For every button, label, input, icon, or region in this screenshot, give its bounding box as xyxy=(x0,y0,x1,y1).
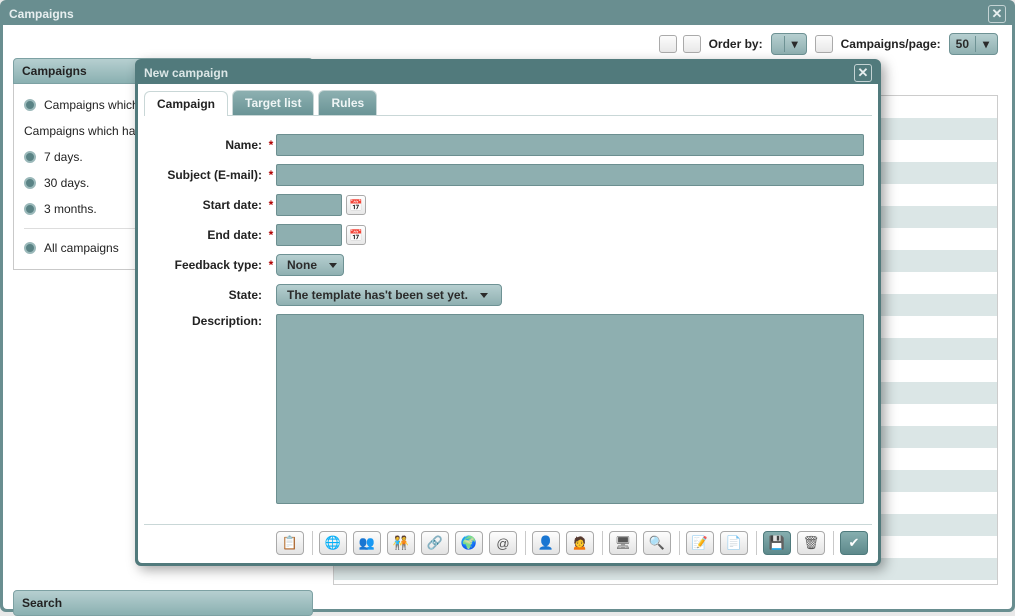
feedback-value: None xyxy=(287,258,317,272)
sort-asc-button[interactable] xyxy=(659,35,677,53)
required-icon: * xyxy=(266,168,276,182)
search-doc-icon[interactable]: 🔍 xyxy=(643,531,671,555)
tab-campaign[interactable]: Campaign xyxy=(144,91,228,116)
end-date-input[interactable] xyxy=(276,224,342,246)
state-label: State: xyxy=(152,288,262,302)
users-add-icon[interactable]: 👥 xyxy=(353,531,381,555)
calendar-icon[interactable]: 📅 xyxy=(346,225,366,245)
name-label: Name: xyxy=(152,138,262,152)
sidebar-intro: Campaigns which ha xyxy=(24,124,135,138)
required-icon: * xyxy=(266,228,276,242)
radio-icon xyxy=(24,203,36,215)
globe-add-icon[interactable]: 🌐 xyxy=(319,531,347,555)
subject-input[interactable] xyxy=(276,164,864,186)
per-page-select[interactable]: 50 ▾ xyxy=(949,33,998,55)
start-date-label: Start date: xyxy=(152,198,262,212)
window-title: Campaigns xyxy=(9,7,74,21)
chevron-down-icon: ▾ xyxy=(975,36,991,52)
chevron-down-icon xyxy=(329,263,337,268)
radio-icon xyxy=(24,99,36,111)
state-value: The template has't been set yet. xyxy=(287,288,468,302)
start-date-input[interactable] xyxy=(276,194,342,216)
sidebar-item-label: 7 days. xyxy=(44,150,83,164)
end-date-label: End date: xyxy=(152,228,262,242)
description-input[interactable] xyxy=(276,314,864,504)
subject-label: Subject (E-mail): xyxy=(152,168,262,182)
order-by-select[interactable]: ▾ xyxy=(771,33,807,55)
tab-target-list[interactable]: Target list xyxy=(232,90,314,115)
per-page-label: Campaigns/page: xyxy=(841,37,941,51)
screen-icon[interactable]: 🖥 xyxy=(609,531,637,555)
sidebar-item-label: 30 days. xyxy=(44,176,89,190)
world-link-icon[interactable]: 🔗 xyxy=(421,531,449,555)
world-remove-icon[interactable]: 🌍 xyxy=(455,531,483,555)
sidebar-item-label: Campaigns which xyxy=(44,98,139,112)
state-select[interactable]: The template has't been set yet. xyxy=(276,284,502,306)
doc-export-icon[interactable]: 📄 xyxy=(720,531,748,555)
user-single-icon[interactable]: 🙍 xyxy=(566,531,594,555)
required-icon: * xyxy=(266,138,276,152)
name-input[interactable] xyxy=(276,134,864,156)
order-dir-button[interactable] xyxy=(815,35,833,53)
feedback-select[interactable]: None xyxy=(276,254,344,276)
chevron-down-icon xyxy=(480,293,488,298)
order-by-label: Order by: xyxy=(709,37,763,51)
calendar-icon[interactable]: 📅 xyxy=(346,195,366,215)
sidebar-item-label: 3 months. xyxy=(44,202,97,216)
at-edit-icon[interactable]: @ xyxy=(489,531,517,555)
per-page-value: 50 xyxy=(956,37,969,51)
user-multi-icon[interactable]: 👤 xyxy=(532,531,560,555)
chevron-down-icon: ▾ xyxy=(784,36,800,52)
feedback-label: Feedback type: xyxy=(152,258,262,272)
trash-icon[interactable]: 🗑 xyxy=(797,531,825,555)
description-label: Description: xyxy=(152,314,262,328)
clipboard-icon[interactable]: 📋 xyxy=(276,531,304,555)
radio-icon xyxy=(24,151,36,163)
sidebar-item-label: All campaigns xyxy=(44,241,119,255)
user-world-icon[interactable]: 🧑‍🤝‍🧑 xyxy=(387,531,415,555)
dialog-title: New campaign xyxy=(144,66,228,80)
confirm-icon[interactable]: ✔ xyxy=(840,531,868,555)
save-icon[interactable]: 💾 xyxy=(763,531,791,555)
dialog-close-icon[interactable]: ✕ xyxy=(854,64,872,82)
required-icon: * xyxy=(266,258,276,272)
doc-edit-icon[interactable]: 📝 xyxy=(686,531,714,555)
radio-icon xyxy=(24,242,36,254)
tab-rules[interactable]: Rules xyxy=(318,90,377,115)
required-icon: * xyxy=(266,198,276,212)
radio-icon xyxy=(24,177,36,189)
sort-doc-button[interactable] xyxy=(683,35,701,53)
search-header[interactable]: Search xyxy=(13,590,313,616)
close-icon[interactable]: ✕ xyxy=(988,5,1006,23)
